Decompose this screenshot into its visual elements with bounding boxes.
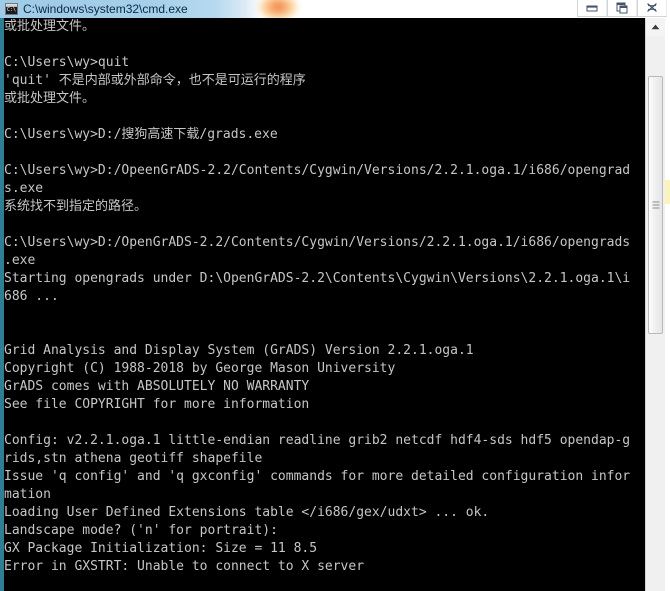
scrollbar-thumb[interactable] — [648, 76, 663, 334]
cmd-window: C:\ C:\windows\system32\cmd.exe 或批处理文件。 … — [0, 0, 670, 591]
console-line: Landscape mode? ('n' for portrait): — [4, 523, 278, 538]
console-line: GrADS comes with ABSOLUTELY NO WARRANTY — [4, 379, 310, 394]
scroll-up-arrow-button[interactable] — [646, 18, 665, 36]
console-line: C:\Users\wy>D:/搜狗高速下载/grads.exe — [4, 127, 278, 142]
console-line: 686 ... — [4, 289, 59, 304]
close-icon — [647, 3, 657, 12]
desktop-highlight-sliver — [665, 180, 670, 204]
glass-reflection-icon — [258, 0, 298, 18]
console-line: Error in GXSTRT: Unable to connect to X … — [4, 559, 365, 574]
console-line: 系统找不到指定的路径。 — [4, 199, 148, 214]
console-line: C:\Users\wy>D:/OpenGrADS-2.2/Contents/Cy… — [4, 235, 631, 250]
console-line: 'quit' 不是内部或外部命令，也不是可运行的程序 — [4, 73, 306, 88]
console-line: 或批处理文件。 — [4, 91, 96, 106]
restore-icon — [616, 2, 628, 14]
scrollbar-track[interactable] — [646, 36, 665, 591]
cmd-console-icon[interactable]: C:\ — [5, 3, 18, 15]
console-line: C:\Users\wy>D:/OpeenGrADS-2.2/Contents/C… — [4, 163, 631, 178]
console-line: GX Package Initialization: Size = 11 8.5 — [4, 541, 318, 556]
scrollbar-grip-icon — [652, 201, 659, 209]
console-line: 或批处理文件。 — [4, 19, 96, 34]
title-bar[interactable]: C:\ C:\windows\system32\cmd.exe — [0, 0, 670, 18]
window-right-edge — [665, 18, 670, 591]
chevron-up-icon — [651, 24, 660, 30]
maximize-restore-button[interactable] — [607, 0, 637, 17]
minimize-icon — [586, 5, 598, 12]
window-title: C:\windows\system32\cmd.exe — [23, 2, 188, 16]
console-line: See file COPYRIGHT for more information — [4, 397, 310, 412]
console-line: rids,stn athena geotiff shapefile — [4, 451, 263, 466]
console-line: Grid Analysis and Display System (GrADS)… — [4, 343, 474, 358]
window-controls — [577, 0, 667, 18]
console-line: Copyright (C) 1988-2018 by George Mason … — [4, 361, 396, 376]
close-button[interactable] — [637, 0, 667, 17]
console-line: Issue 'q config' and 'q gxconfig' comman… — [4, 469, 631, 484]
console-line: mation — [4, 487, 51, 502]
console-line: Config: v2.2.1.oga.1 little-endian readl… — [4, 433, 631, 448]
console-text-buffer: 或批处理文件。 C:\Users\wy>quit 'quit' 不是内部或外部命令… — [4, 18, 644, 591]
console-line: .exe — [4, 253, 36, 268]
minimize-button[interactable] — [577, 0, 607, 17]
console-output-area[interactable]: 或批处理文件。 C:\Users\wy>quit 'quit' 不是内部或外部命令… — [0, 18, 670, 591]
console-line: Loading User Defined Extensions table </… — [4, 505, 490, 520]
console-line: s.exe — [4, 181, 44, 196]
icon-prompt-text: C:\ — [7, 7, 17, 13]
console-line: Starting opengrads under D:\OpenGrADS-2.… — [4, 271, 631, 286]
vertical-scrollbar[interactable] — [645, 18, 665, 591]
console-line: C:\Users\wy>quit — [4, 55, 130, 70]
